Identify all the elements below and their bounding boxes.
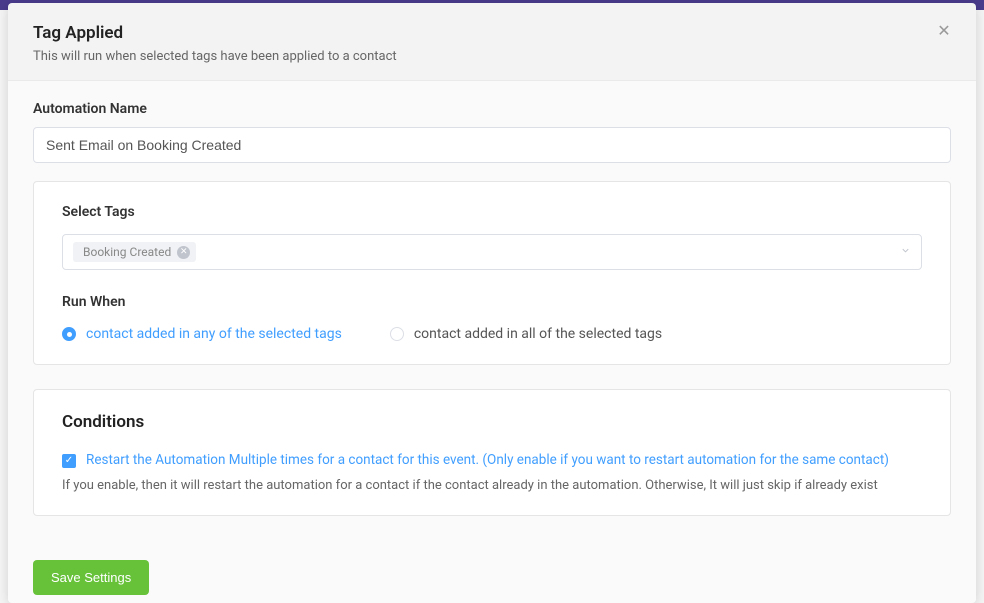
tag-chip: Booking Created ✕: [73, 242, 196, 262]
restart-checkbox-label: Restart the Automation Multiple times fo…: [86, 452, 889, 468]
check-icon: ✓: [65, 456, 73, 466]
modal-subtitle: This will run when selected tags have be…: [33, 49, 951, 64]
conditions-card: Conditions ✓ Restart the Automation Mult…: [33, 389, 951, 516]
radio-all-label: contact added in all of the selected tag…: [414, 326, 662, 342]
select-tags-label: Select Tags: [62, 204, 922, 220]
run-when-section: Run When contact added in any of the sel…: [62, 294, 922, 342]
close-button[interactable]: ✕: [932, 19, 956, 43]
save-settings-button[interactable]: Save Settings: [33, 560, 149, 595]
chevron-down-icon: [900, 245, 911, 259]
radio-any-label: contact added in any of the selected tag…: [86, 326, 342, 342]
conditions-title: Conditions: [62, 412, 922, 432]
run-when-label: Run When: [62, 294, 922, 310]
close-icon: ✕: [937, 21, 950, 41]
modal-header: Tag Applied This will run when selected …: [8, 3, 976, 81]
modal-title: Tag Applied: [33, 23, 951, 43]
automation-name-input[interactable]: [33, 127, 951, 163]
automation-name-label: Automation Name: [33, 101, 951, 117]
automation-name-group: Automation Name: [33, 101, 951, 163]
radio-option-any[interactable]: contact added in any of the selected tag…: [62, 326, 342, 342]
trigger-card: Select Tags Booking Created ✕ Run When: [33, 181, 951, 365]
radio-all: [390, 327, 404, 341]
tags-select[interactable]: Booking Created ✕: [62, 234, 922, 270]
conditions-help-text: If you enable, then it will restart the …: [62, 478, 922, 493]
settings-modal: Tag Applied This will run when selected …: [8, 3, 976, 603]
tag-remove-icon[interactable]: ✕: [177, 246, 190, 259]
restart-checkbox[interactable]: ✓: [62, 454, 76, 468]
modal-footer: Save Settings: [8, 560, 976, 603]
radio-option-all[interactable]: contact added in all of the selected tag…: [390, 326, 662, 342]
restart-checkbox-row[interactable]: ✓ Restart the Automation Multiple times …: [62, 452, 922, 468]
run-when-radio-group: contact added in any of the selected tag…: [62, 326, 922, 342]
modal-body: Automation Name Select Tags Booking Crea…: [8, 81, 976, 560]
tag-chip-label: Booking Created: [83, 245, 171, 259]
radio-any: [62, 327, 76, 341]
